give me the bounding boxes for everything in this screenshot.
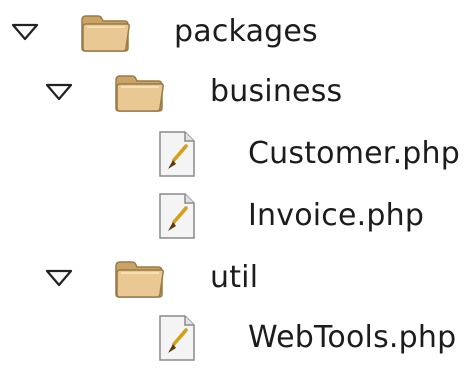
tree-node-business[interactable]: business xyxy=(0,62,471,124)
tree-node-label: Customer.php xyxy=(248,136,461,171)
php-file-icon xyxy=(156,129,198,179)
tree-node-label: Invoice.php xyxy=(248,198,425,233)
folder-icon xyxy=(112,70,166,114)
php-file-icon xyxy=(156,191,198,241)
tree-node-util[interactable]: util xyxy=(0,248,471,310)
file-tree: packages business Customer.php Invoice.p… xyxy=(0,0,471,361)
triangle-down-icon[interactable] xyxy=(10,16,40,46)
tree-node-label: WebTools.php xyxy=(248,320,457,355)
triangle-down-icon[interactable] xyxy=(44,76,74,106)
tree-node-label: business xyxy=(210,74,343,109)
tree-node-packages[interactable]: packages xyxy=(0,2,471,64)
tree-node-label: util xyxy=(210,260,259,295)
tree-node-label: packages xyxy=(174,14,318,49)
tree-node-webtools-php[interactable]: WebTools.php xyxy=(0,308,471,370)
folder-icon xyxy=(112,256,166,300)
tree-node-customer-php[interactable]: Customer.php xyxy=(0,124,471,186)
php-file-icon xyxy=(156,313,198,363)
tree-node-invoice-php[interactable]: Invoice.php xyxy=(0,186,471,248)
folder-icon xyxy=(78,10,132,54)
triangle-down-icon[interactable] xyxy=(44,262,74,292)
